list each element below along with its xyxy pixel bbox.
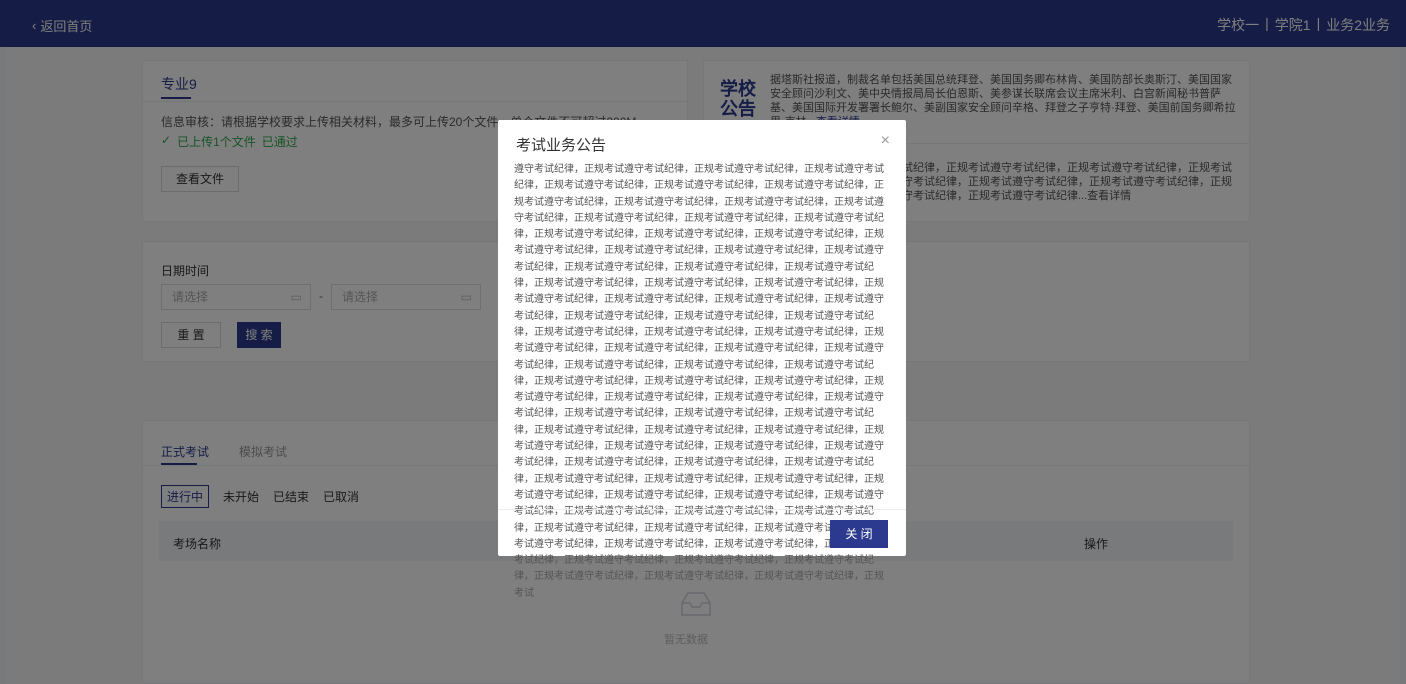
close-button[interactable]: 关 闭 bbox=[830, 520, 888, 548]
modal-title: 考试业务公告 bbox=[516, 137, 607, 154]
divider bbox=[498, 509, 906, 510]
exam-notice-modal: 考试业务公告 × 遵守考试纪律，正规考试遵守考试纪律，正规考试遵守考试纪律，正规… bbox=[498, 120, 906, 599]
close-icon[interactable]: × bbox=[881, 132, 890, 150]
modal-body-text: 遵守考试纪律，正规考试遵守考试纪律，正规考试遵守考试纪律，正规考试遵守考试纪律，… bbox=[514, 164, 884, 599]
